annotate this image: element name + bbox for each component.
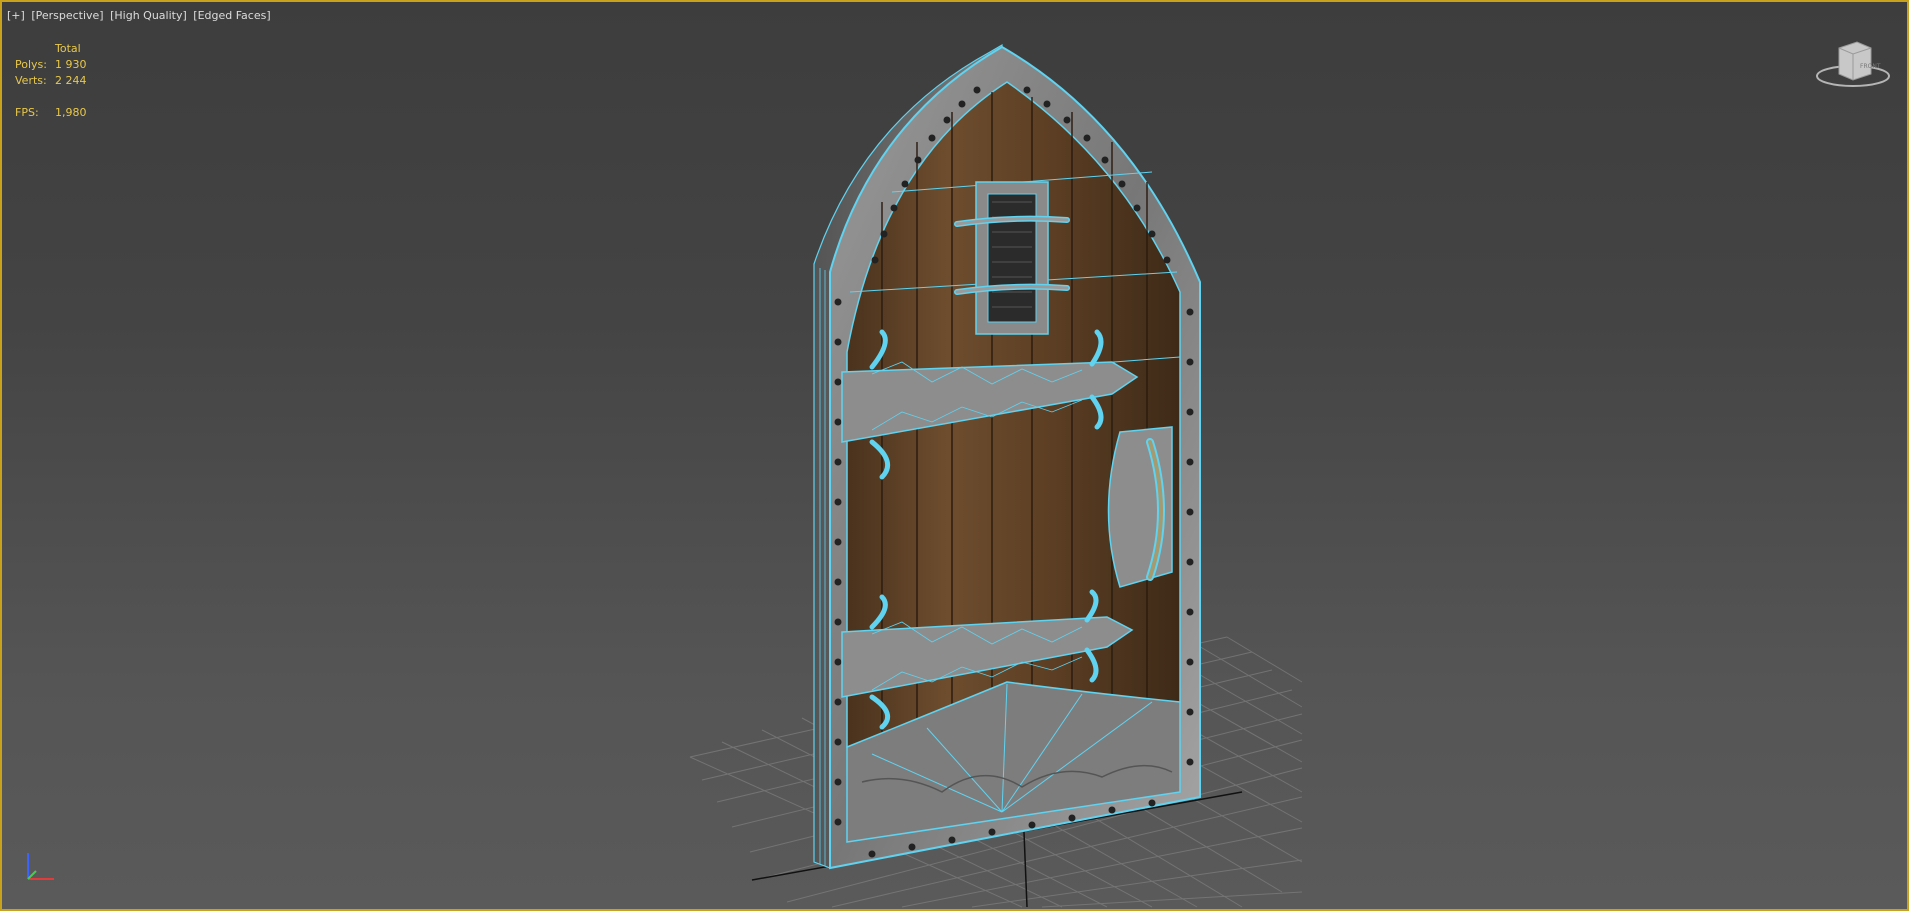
- viewcube-front-label: FRONT: [1860, 63, 1881, 70]
- axis-tripod-icon: [27, 853, 54, 880]
- door-handle: [1107, 426, 1173, 588]
- scene-render[interactable]: [2, 2, 1907, 909]
- viewport-perspective[interactable]: [+] [Perspective] [High Quality] [Edged …: [0, 0, 1909, 911]
- viewcube-widget[interactable]: FRONT: [1813, 34, 1893, 94]
